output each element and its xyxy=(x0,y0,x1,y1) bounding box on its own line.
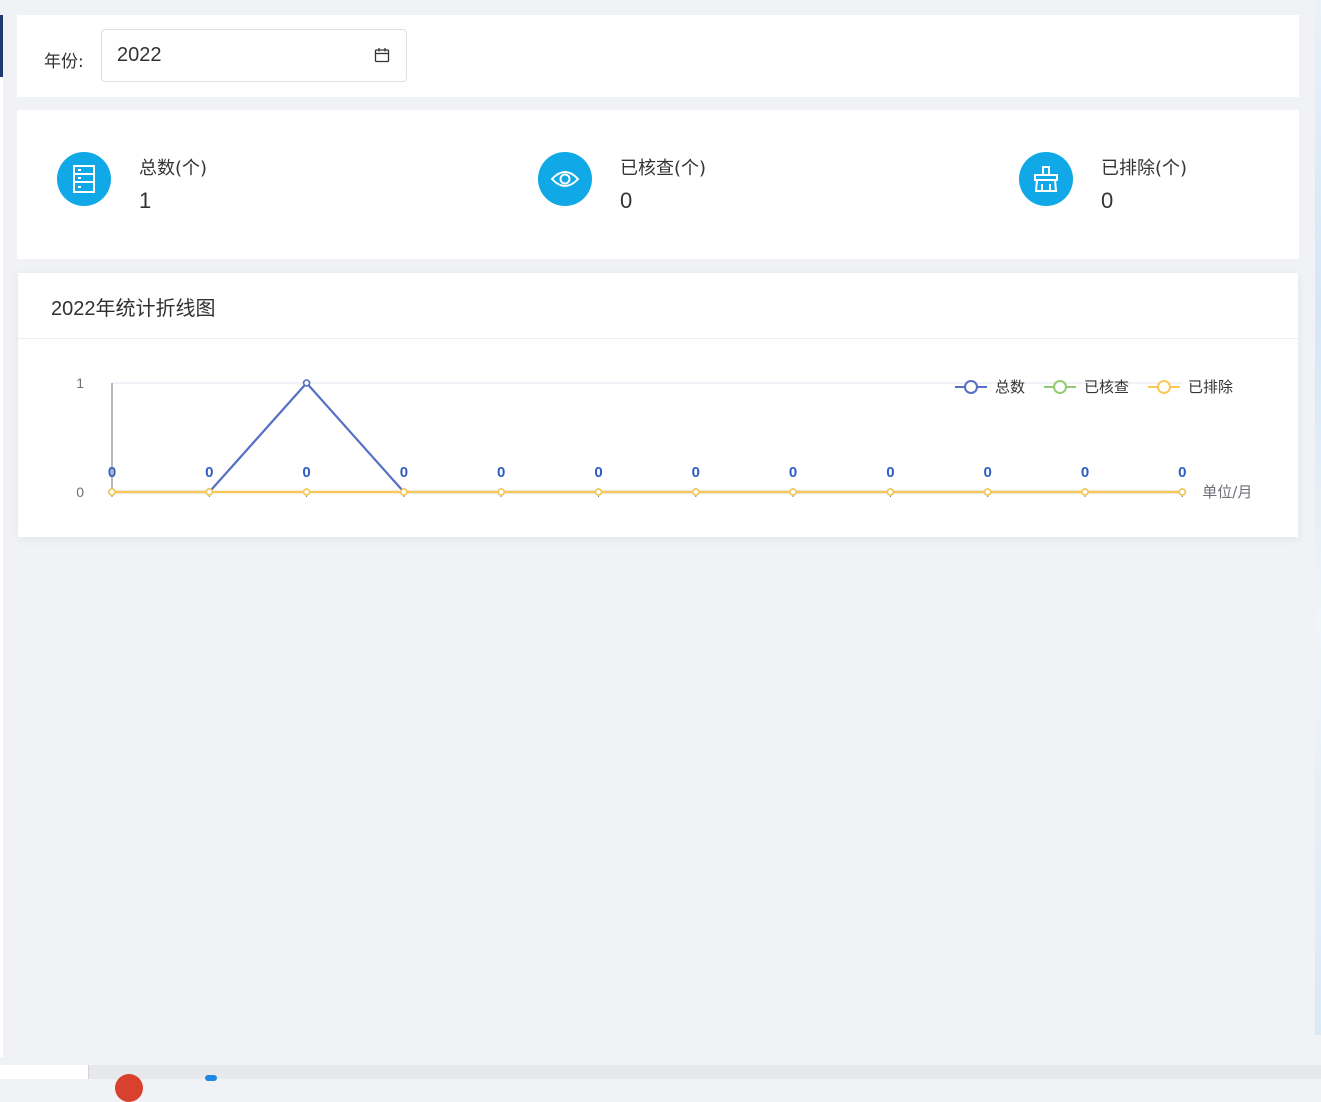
series-point-2 xyxy=(886,488,895,496)
year-value[interactable]: 2022 xyxy=(117,44,162,67)
left-nav-accent xyxy=(0,15,3,77)
series-point-2 xyxy=(108,488,116,496)
stat-excluded-value: 0 xyxy=(1101,188,1114,213)
series-line-0 xyxy=(112,381,1183,494)
legend-label-0: 总数 xyxy=(995,378,1025,396)
data-label: 0 xyxy=(1178,464,1186,481)
legend-marker-2 xyxy=(1157,380,1171,394)
data-label: 0 xyxy=(108,464,116,481)
data-label: 0 xyxy=(400,464,408,481)
app-icon[interactable] xyxy=(205,1075,217,1081)
data-label: 0 xyxy=(1081,464,1089,481)
year-picker[interactable]: 2022 xyxy=(101,29,407,82)
data-label: 0 xyxy=(984,464,992,481)
stats-card: 总数(个) 1 已核查(个) 0 已排除(个) 0 xyxy=(17,110,1299,259)
filter-card: 年份: 2022 xyxy=(17,15,1299,97)
left-nav-edge xyxy=(0,77,3,1057)
legend-marker-0 xyxy=(964,380,978,394)
taskbar xyxy=(0,1065,1321,1079)
data-label: 0 xyxy=(692,464,700,481)
data-label: 0 xyxy=(594,464,602,481)
browser-icon[interactable] xyxy=(115,1074,143,1102)
series-point-2 xyxy=(1081,488,1089,496)
stat-total-value: 1 xyxy=(139,188,152,213)
series-point-2 xyxy=(1178,488,1187,496)
stat-checked-label: 已核查(个) xyxy=(620,158,707,179)
data-label: 0 xyxy=(205,464,213,481)
series-point-2 xyxy=(691,488,700,496)
legend-marker-1 xyxy=(1053,380,1067,394)
series-point-2 xyxy=(789,488,797,496)
year-label: 年份: xyxy=(44,52,84,72)
stat-total-label: 总数(个) xyxy=(139,158,208,179)
taskbar-tab[interactable] xyxy=(0,1065,89,1079)
legend-label-1: 已核查 xyxy=(1084,378,1129,396)
series-point-2 xyxy=(400,488,408,496)
data-label: 0 xyxy=(302,464,310,481)
stat-excluded-label: 已排除(个) xyxy=(1101,158,1188,179)
data-label: 0 xyxy=(789,464,797,481)
y-tick-label: 0 xyxy=(76,484,84,500)
series-point-2 xyxy=(302,488,311,496)
stat-checked-value: 0 xyxy=(620,188,633,213)
series-point-2 xyxy=(594,488,603,496)
legend-label-2: 已排除 xyxy=(1188,378,1233,396)
line-chart: 0 1 单位/月 0 0 0 0 0 0 0 0 0 0 0 0 总数 已核查 已排除 xyxy=(76,375,1252,501)
y-tick-label: 1 xyxy=(76,375,84,391)
chart-card: 2022年统计折线图 0 1 单位/月 0 0 0 0 0 0 0 0 0 0 0 0 总数 已核查 已排除 xyxy=(18,273,1298,537)
eye-icon xyxy=(538,152,592,206)
series-point-0 xyxy=(302,379,311,387)
series-point-2 xyxy=(205,488,214,496)
right-window-edge xyxy=(1315,0,1321,1035)
data-label: 0 xyxy=(497,464,505,481)
broom-icon xyxy=(1019,152,1073,206)
server-list-icon xyxy=(57,152,111,206)
series-point-2 xyxy=(983,488,992,496)
series-point-2 xyxy=(497,488,506,496)
calendar-icon[interactable] xyxy=(374,47,390,63)
data-label: 0 xyxy=(886,464,894,481)
x-axis-label: 单位/月 xyxy=(1202,483,1252,501)
